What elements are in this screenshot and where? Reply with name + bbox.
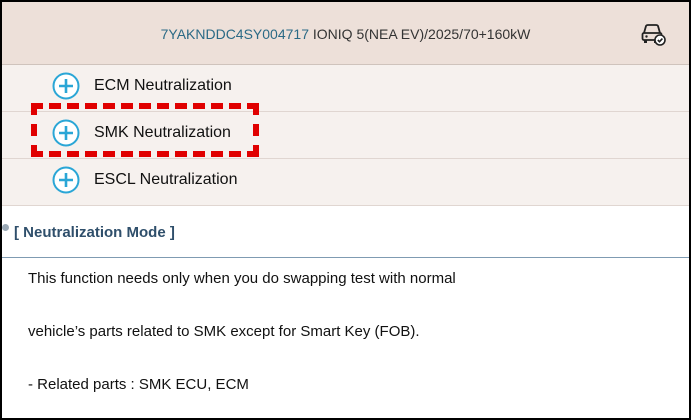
- vehicle-description: IONIQ 5(NEA EV)/2025/70+160kW: [312, 26, 531, 42]
- vin-code: 7YAKNDDC4SY004717: [160, 26, 309, 42]
- plus-circle-icon[interactable]: [52, 166, 80, 194]
- menu-item-label: ECM Neutralization: [94, 77, 232, 94]
- description-line: This function needs only when you do swa…: [28, 270, 456, 287]
- vehicle-header: 7YAKNDDC4SY004717 IONIQ 5(NEA EV)/2025/7…: [2, 2, 689, 65]
- highlight-box: [31, 103, 259, 157]
- description-line: vehicle’s parts related to SMK except fo…: [28, 323, 420, 340]
- menu-item-label: ESCL Neutralization: [94, 171, 238, 188]
- plus-circle-icon[interactable]: [52, 72, 80, 100]
- car-check-icon[interactable]: [640, 21, 666, 47]
- bullet-icon: [2, 224, 9, 231]
- related-parts: - Related parts : SMK ECU, ECM: [28, 376, 249, 393]
- section-header: [ Neutralization Mode ]: [2, 209, 689, 258]
- vehicle-info: 7YAKNDDC4SY004717 IONIQ 5(NEA EV)/2025/7…: [2, 26, 689, 42]
- menu-item-escl-neutralization[interactable]: ESCL Neutralization: [2, 159, 689, 206]
- app-frame: 7YAKNDDC4SY004717 IONIQ 5(NEA EV)/2025/7…: [0, 0, 691, 420]
- section-title: [ Neutralization Mode ]: [14, 224, 175, 241]
